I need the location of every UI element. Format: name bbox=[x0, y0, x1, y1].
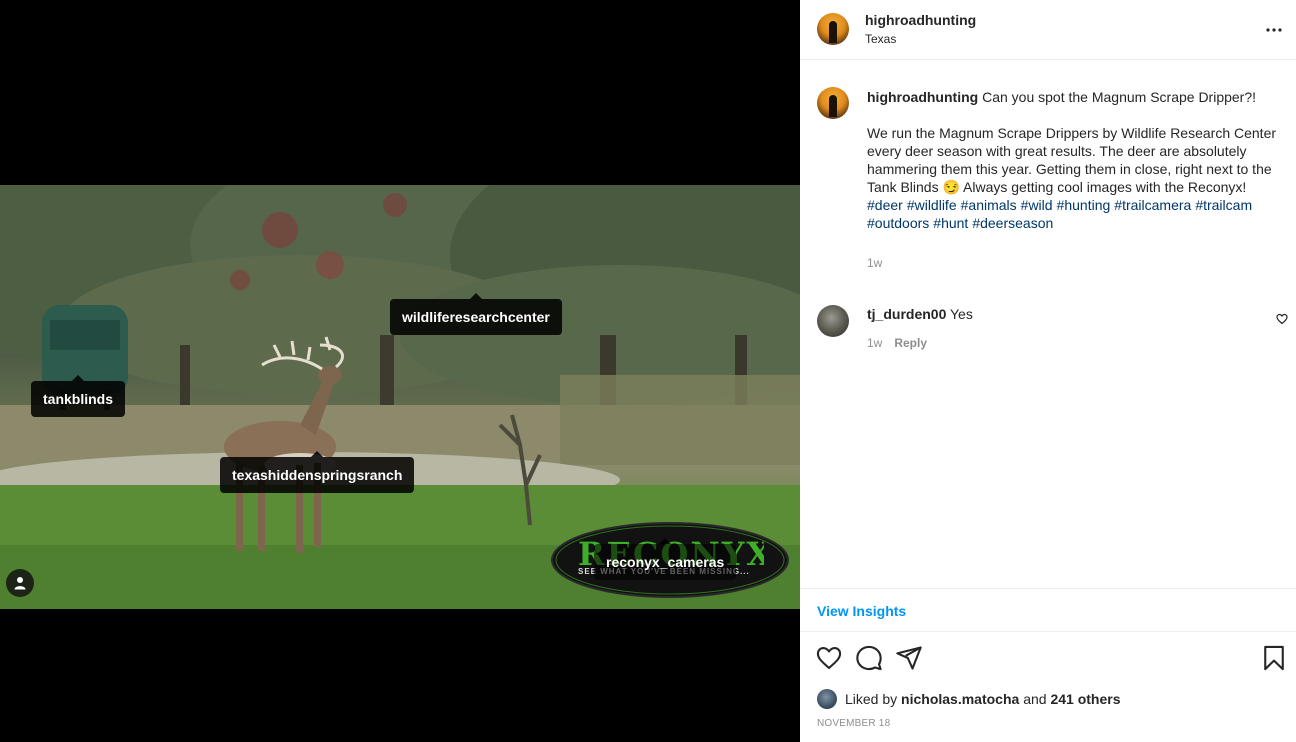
likes-others[interactable]: 241 others bbox=[1050, 691, 1120, 707]
likes-prefix: Liked by bbox=[845, 691, 898, 707]
user-tags-button[interactable] bbox=[6, 569, 34, 597]
comment-row: tj_durden00 Yes 1w Reply bbox=[800, 302, 1296, 358]
comment-meta: 1w Reply bbox=[867, 336, 927, 350]
header-username[interactable]: highroadhunting bbox=[865, 12, 976, 28]
paper-plane-icon bbox=[896, 646, 922, 670]
caption-avatar[interactable] bbox=[817, 87, 849, 119]
header-location[interactable]: Texas bbox=[865, 32, 896, 46]
post-details-panel: highroadhunting Texas highroadhunting Ca… bbox=[800, 0, 1296, 742]
comment-like-button[interactable] bbox=[1276, 312, 1288, 330]
more-horizontal-icon bbox=[1266, 28, 1282, 32]
photo-tag-tankblinds[interactable]: tankblinds bbox=[31, 375, 126, 417]
photo-tag-texashiddenspringsranch[interactable]: texashiddenspringsranch bbox=[220, 451, 415, 493]
hashtag[interactable]: #hunting bbox=[1057, 197, 1111, 213]
reply-button[interactable]: Reply bbox=[894, 336, 927, 350]
caption: highroadhunting Can you spot the Magnum … bbox=[867, 88, 1285, 272]
hashtag[interactable]: #wildlife bbox=[907, 197, 957, 213]
liker-avatar[interactable] bbox=[817, 689, 837, 709]
comment-timestamp[interactable]: 1w bbox=[867, 336, 882, 350]
likes-summary: Liked by nicholas.matocha and 241 others bbox=[817, 688, 1121, 710]
person-icon bbox=[14, 577, 26, 590]
comment-text: tj_durden00 Yes bbox=[867, 305, 973, 323]
comment-username[interactable]: tj_durden00 bbox=[867, 306, 946, 322]
hashtag[interactable]: #deer bbox=[867, 197, 903, 213]
comment-button[interactable] bbox=[855, 644, 883, 672]
more-options-button[interactable] bbox=[1260, 16, 1288, 44]
comments-section: highroadhunting Can you spot the Magnum … bbox=[800, 60, 1296, 588]
comment-body: Yes bbox=[950, 306, 973, 322]
caption-hashtags: #deer #wildlife #animals #wild #hunting #trai… bbox=[867, 196, 1285, 232]
photo-tag-reconyx-cameras[interactable]: reconyx_cameras bbox=[594, 538, 737, 580]
hashtag[interactable]: #deerseason bbox=[972, 215, 1053, 231]
hashtag[interactable]: #hunt bbox=[933, 215, 968, 231]
likes-user[interactable]: nicholas.matocha bbox=[901, 691, 1019, 707]
hashtag[interactable]: #outdoors bbox=[867, 215, 929, 231]
hashtag[interactable]: #trailcam bbox=[1195, 197, 1252, 213]
action-bar bbox=[800, 638, 1296, 678]
view-insights-link[interactable]: View Insights bbox=[817, 603, 906, 619]
caption-body: We run the Magnum Scrape Drippers by Wil… bbox=[867, 125, 1277, 195]
post-header: highroadhunting Texas bbox=[800, 0, 1296, 60]
likes-joiner: and bbox=[1023, 691, 1047, 707]
hashtag[interactable]: #wild bbox=[1021, 197, 1053, 213]
like-button[interactable] bbox=[815, 644, 843, 672]
hashtag[interactable]: #animals bbox=[961, 197, 1017, 213]
post-media: RECONYX SEE WHAT YOU'VE BEEN MISSING... … bbox=[0, 0, 800, 742]
post-photo[interactable]: RECONYX SEE WHAT YOU'VE BEEN MISSING... … bbox=[0, 185, 800, 609]
bookmark-icon bbox=[1264, 645, 1284, 671]
post-date[interactable]: NOVEMBER 18 bbox=[817, 718, 890, 729]
comment-avatar[interactable] bbox=[817, 305, 849, 337]
caption-timestamp[interactable]: 1w bbox=[867, 254, 1285, 272]
comment-icon bbox=[856, 645, 882, 671]
avatar[interactable] bbox=[817, 13, 849, 45]
share-button[interactable] bbox=[895, 644, 923, 672]
hashtag[interactable]: #trailcamera bbox=[1114, 197, 1191, 213]
caption-username[interactable]: highroadhunting bbox=[867, 89, 978, 105]
caption-lead: Can you spot the Magnum Scrape Dripper?! bbox=[982, 89, 1257, 105]
heart-icon bbox=[816, 647, 842, 669]
save-button[interactable] bbox=[1260, 644, 1288, 672]
insights-bar: View Insights bbox=[800, 588, 1296, 632]
photo-tag-wildliferesearchcenter[interactable]: wildliferesearchcenter bbox=[390, 293, 562, 335]
heart-icon bbox=[1276, 313, 1288, 325]
